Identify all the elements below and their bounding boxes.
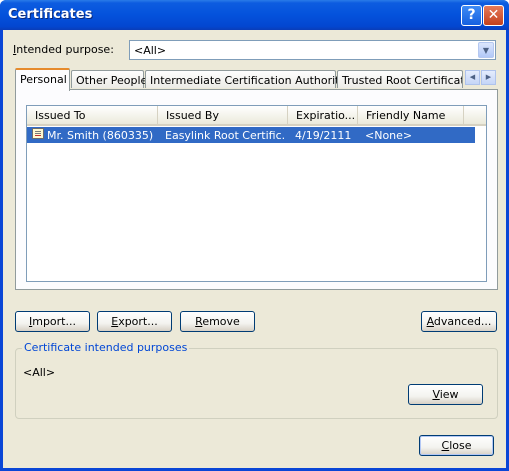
- advanced-button[interactable]: Advanced...: [421, 311, 497, 332]
- tab-panel-personal: Issued To Issued By Expiratio... Friendl…: [15, 89, 498, 290]
- table-row[interactable]: Mr. Smith (860335) Easylink Root Certifi…: [27, 127, 475, 143]
- intended-purpose-select[interactable]: <All> ▼: [129, 40, 496, 60]
- view-button[interactable]: View: [408, 384, 483, 405]
- intended-purpose-label: Intended purpose:: [13, 43, 114, 56]
- column-issued-by[interactable]: Issued By: [158, 106, 288, 124]
- list-header: Issued To Issued By Expiratio... Friendl…: [27, 106, 486, 126]
- certificate-purposes-label: Certificate intended purposes: [22, 341, 190, 354]
- help-button[interactable]: ?: [461, 5, 482, 26]
- cell-expiration: 4/19/2111: [295, 129, 352, 142]
- tab-personal[interactable]: Personal: [15, 68, 70, 91]
- close-window-button[interactable]: ✕: [483, 5, 504, 26]
- arrow-left-icon: ◀: [469, 73, 476, 81]
- close-icon: ✕: [487, 7, 500, 23]
- help-icon: ?: [467, 7, 476, 23]
- tab-trusted-root-certification[interactable]: Trusted Root Certification: [337, 70, 463, 88]
- certificate-purposes-value: <All>: [23, 366, 56, 379]
- arrow-right-icon: ▶: [485, 73, 492, 81]
- tab-scroll-left-button[interactable]: ◀: [465, 70, 480, 85]
- chevron-down-icon[interactable]: ▼: [478, 42, 494, 58]
- cell-issued-by: Easylink Root Certific...: [165, 129, 285, 142]
- export-button[interactable]: Export...: [97, 311, 172, 332]
- dialog-body: Intended purpose: <All> ▼ Personal Other…: [3, 30, 506, 468]
- column-issued-to[interactable]: Issued To: [27, 106, 158, 124]
- column-expiration[interactable]: Expiratio...: [288, 106, 358, 124]
- remove-button[interactable]: Remove: [180, 311, 255, 332]
- certificate-list[interactable]: Issued To Issued By Expiratio... Friendl…: [26, 105, 487, 282]
- tab-scroll-right-button[interactable]: ▶: [481, 70, 496, 85]
- certificate-icon: [32, 128, 44, 139]
- tab-other-people[interactable]: Other People: [71, 70, 147, 88]
- import-button[interactable]: Import...: [15, 311, 90, 332]
- certificates-dialog: Certificates ? ✕ Intended purpose: <All>…: [0, 0, 509, 471]
- cell-issued-to: Mr. Smith (860335): [47, 129, 154, 142]
- cell-friendly-name: <None>: [365, 129, 413, 142]
- title-bar[interactable]: Certificates ? ✕: [0, 0, 509, 30]
- window-title: Certificates: [8, 7, 93, 22]
- column-friendly-name[interactable]: Friendly Name: [358, 106, 464, 124]
- tab-intermediate-certification-authorities[interactable]: Intermediate Certification Authorities: [145, 70, 355, 88]
- certificate-purposes-group: Certificate intended purposes <All> View: [15, 341, 498, 419]
- intended-purpose-value: <All>: [134, 44, 167, 57]
- tab-strip: Personal Other People Intermediate Certi…: [15, 68, 498, 91]
- close-button[interactable]: Close: [419, 435, 494, 456]
